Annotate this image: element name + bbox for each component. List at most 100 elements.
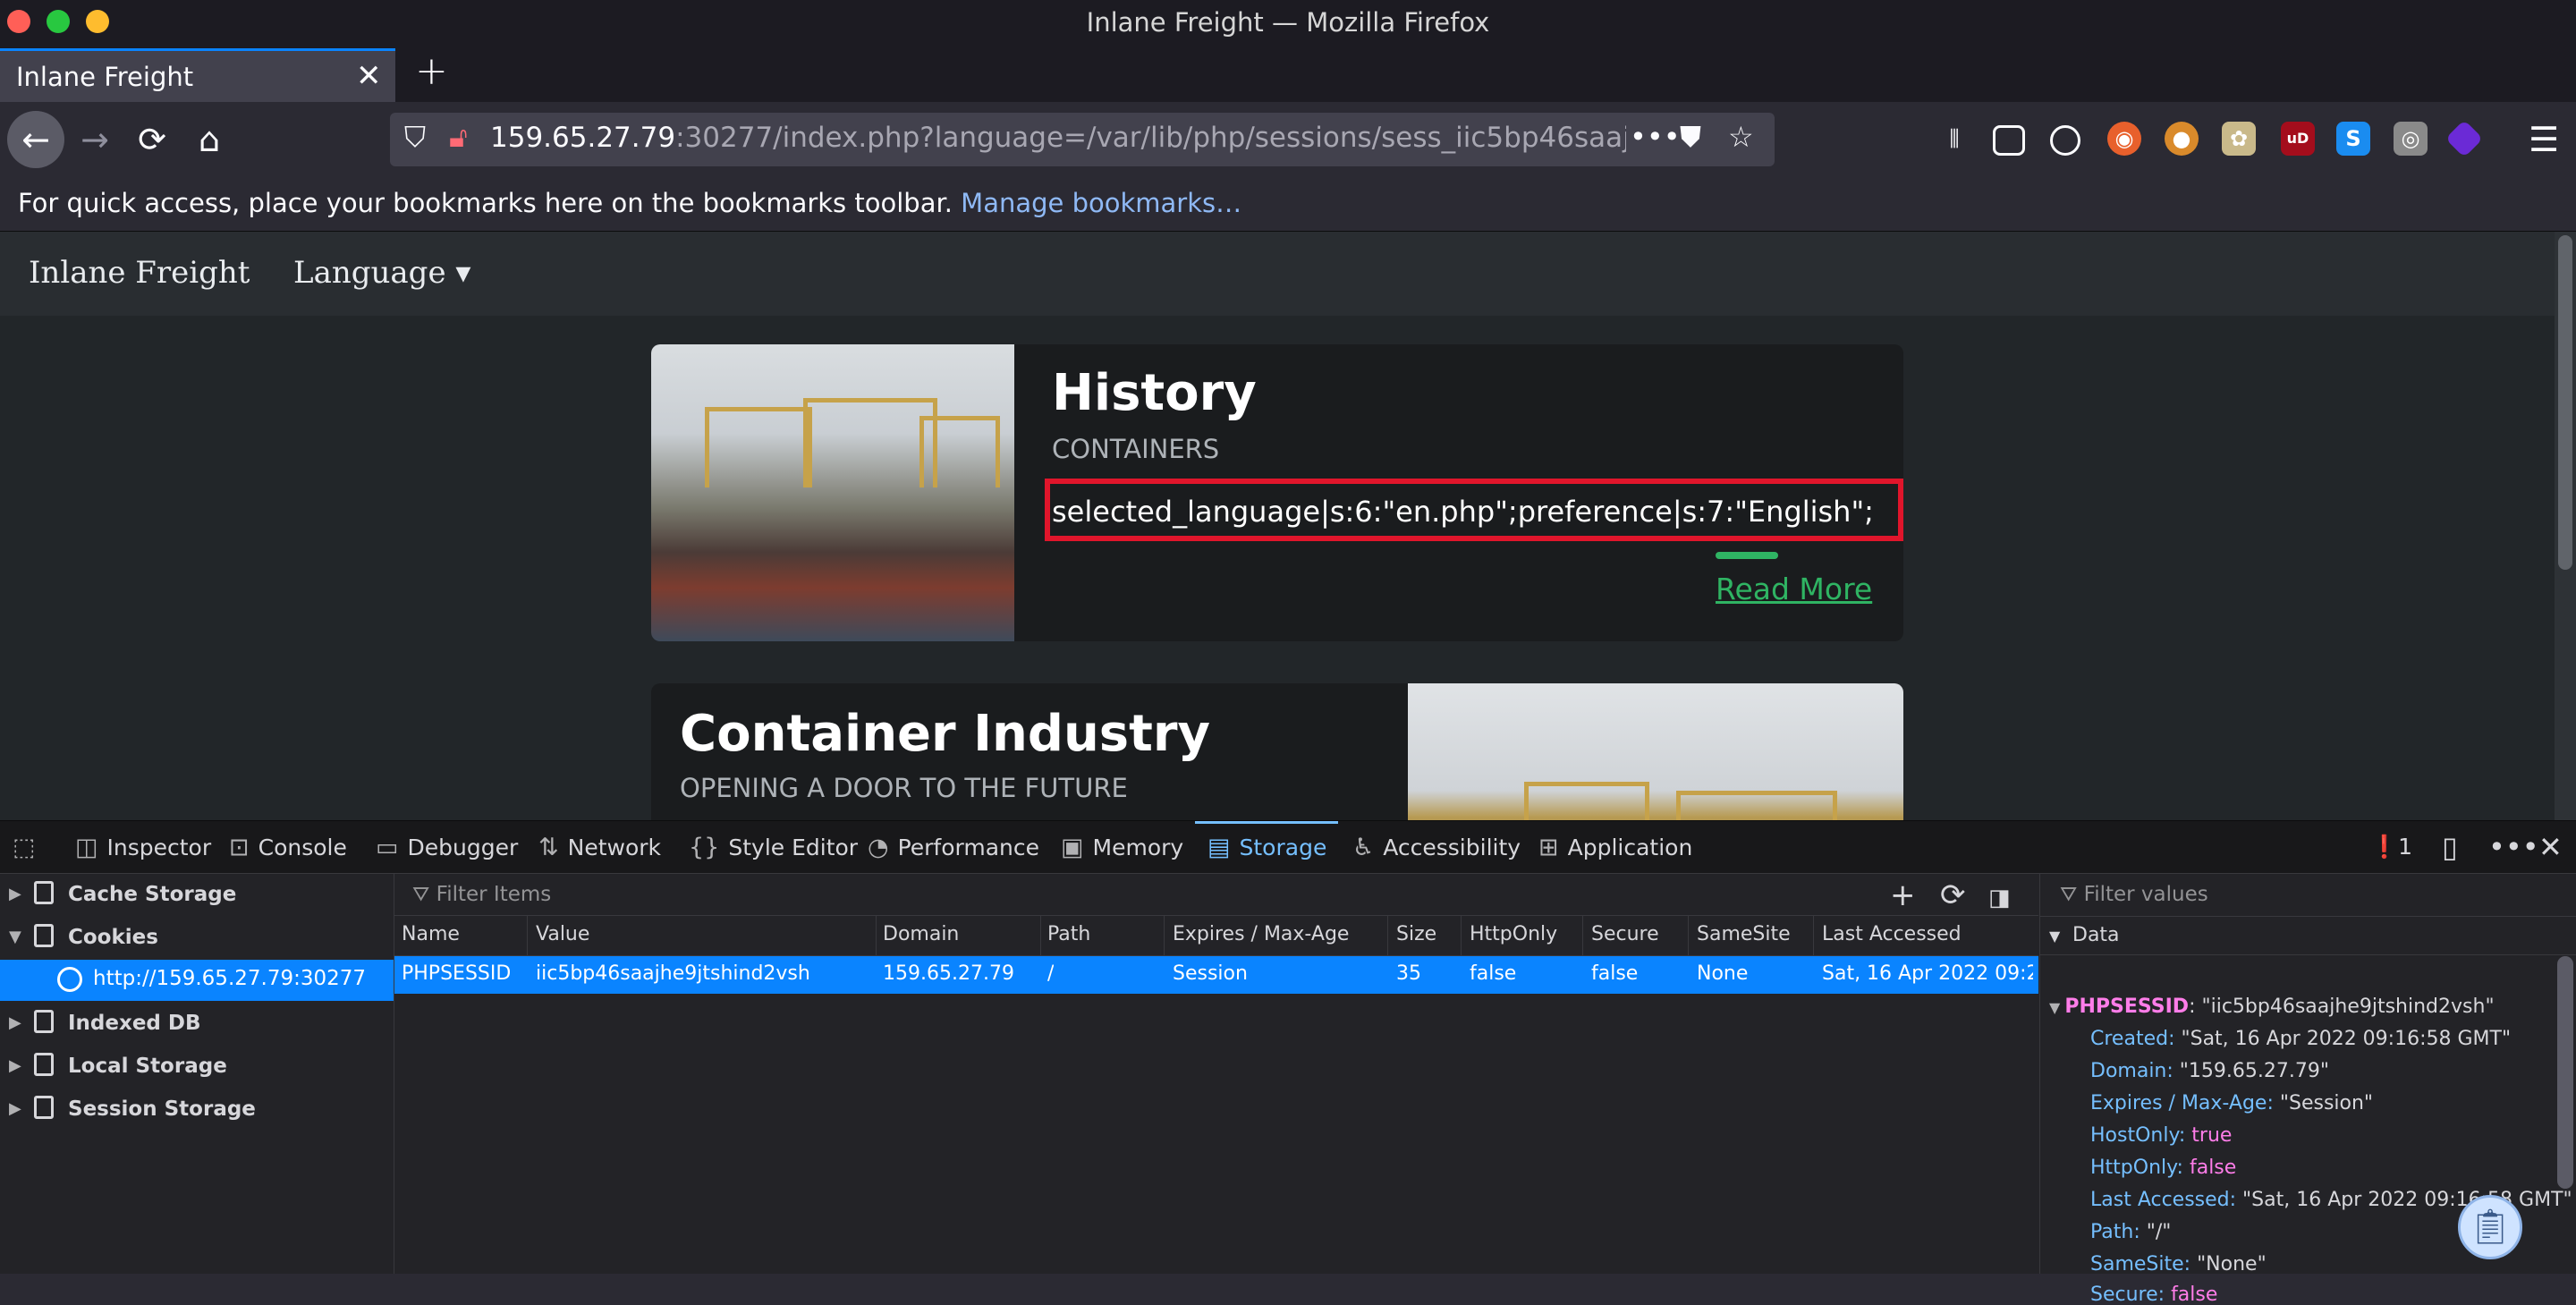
accessibility-icon: ♿︎ bbox=[1352, 834, 1375, 861]
database-icon bbox=[34, 1096, 54, 1119]
close-devtools-icon[interactable]: ✕ bbox=[2538, 830, 2563, 864]
new-tab-icon[interactable]: + bbox=[415, 48, 448, 94]
column-header[interactable]: HttpOnly bbox=[1470, 923, 1557, 945]
cell-httponly: false bbox=[1470, 962, 1517, 985]
column-header[interactable]: Domain bbox=[883, 923, 959, 945]
cell-size: 35 bbox=[1396, 962, 1421, 985]
read-more-link[interactable]: Read More bbox=[1716, 572, 1872, 606]
detail-scrollbar[interactable] bbox=[2557, 956, 2573, 1189]
card-subtitle: OPENING A DOOR TO THE FUTURE bbox=[680, 773, 1128, 803]
devtools-menu-icon[interactable]: ••• bbox=[2488, 830, 2539, 864]
manage-bookmarks-link[interactable]: Manage bookmarks… bbox=[961, 188, 1241, 218]
column-header[interactable]: Last Accessed bbox=[1822, 923, 1962, 945]
pocket-icon[interactable]: ⛊ bbox=[1680, 120, 1701, 155]
scrollbar-thumb[interactable] bbox=[2558, 235, 2572, 570]
filter-icon: ⛛ bbox=[2060, 883, 2084, 906]
site-brand[interactable]: Inlane Freight bbox=[29, 255, 250, 291]
add-item-icon[interactable]: + bbox=[1890, 877, 1916, 913]
tab-network[interactable]: ⇅ Network bbox=[538, 834, 661, 861]
detail-hostonly: HostOnly: true bbox=[2090, 1124, 2233, 1147]
collapse-arrow-icon: ▼ bbox=[2049, 928, 2061, 945]
tree-session-storage[interactable]: ▶ Session Storage bbox=[0, 1090, 394, 1131]
tab-style-editor[interactable]: {} Style Editor bbox=[689, 834, 858, 861]
data-section-header[interactable]: ▼ Data bbox=[2040, 916, 2576, 955]
insecure-lock-icon[interactable]: 🔓︎ bbox=[449, 120, 468, 155]
tab-debugger[interactable]: ▭ Debugger bbox=[376, 834, 518, 861]
column-header[interactable]: Path bbox=[1047, 923, 1090, 945]
column-header[interactable]: Size bbox=[1396, 923, 1436, 945]
page-scrollbar[interactable] bbox=[2555, 232, 2576, 820]
cookie-icon[interactable]: ● bbox=[2165, 122, 2199, 156]
extension-purple-icon[interactable] bbox=[2445, 119, 2484, 158]
crane-shape bbox=[803, 398, 937, 487]
ublock-icon[interactable]: uD bbox=[2281, 122, 2315, 156]
card-title: History bbox=[1052, 364, 1257, 422]
browser-tab[interactable]: Inlane Freight ✕ bbox=[0, 48, 395, 102]
column-header[interactable]: Secure bbox=[1591, 923, 1659, 945]
bookmarks-hint: For quick access, place your bookmarks h… bbox=[18, 188, 953, 218]
app-menu-icon[interactable]: ☰ bbox=[2515, 111, 2572, 168]
dock-side-icon[interactable]: ▯ bbox=[2442, 830, 2458, 864]
tree-cookie-host[interactable]: http://159.65.27.79:30277 bbox=[0, 960, 394, 1001]
debugger-icon: ▭ bbox=[376, 834, 399, 861]
extension-s-icon[interactable]: S bbox=[2336, 122, 2370, 156]
refresh-icon[interactable]: ⟳ bbox=[1940, 877, 1966, 913]
extension-1-icon[interactable]: ◉ bbox=[2107, 122, 2141, 156]
column-header[interactable]: Expires / Max-Age bbox=[1173, 923, 1349, 945]
element-picker-icon[interactable]: ⬚ bbox=[13, 834, 45, 861]
table-header: Name Value Domain Path Expires / Max-Age… bbox=[394, 916, 2038, 956]
library-icon[interactable]: ⫼ bbox=[1937, 122, 1971, 156]
filter-items-input[interactable]: ⛛ Filter Items bbox=[412, 883, 551, 906]
column-header[interactable]: Name bbox=[402, 923, 460, 945]
sidebar-icon[interactable] bbox=[1993, 125, 2025, 156]
tab-console[interactable]: ⊡ Console bbox=[229, 834, 347, 861]
detail-secure: Secure: false bbox=[2090, 1284, 2218, 1305]
column-header[interactable]: Value bbox=[536, 923, 589, 945]
error-icon: ❗ bbox=[2370, 834, 2399, 860]
forward-button[interactable]: → bbox=[66, 111, 123, 168]
tab-accessibility[interactable]: ♿︎ Accessibility bbox=[1352, 834, 1521, 861]
card-subtitle: CONTAINERS bbox=[1052, 434, 1220, 464]
toggle-sidebar-icon[interactable]: ◨ bbox=[1988, 885, 2011, 911]
home-button[interactable]: ⌂ bbox=[181, 111, 238, 168]
expand-arrow-icon: ▶ bbox=[9, 1013, 21, 1032]
filter-values-input[interactable]: ⛛ Filter values bbox=[2060, 883, 2208, 906]
port-image bbox=[1408, 683, 1903, 820]
account-icon[interactable] bbox=[2050, 125, 2080, 156]
tab-memory[interactable]: ▣ Memory bbox=[1061, 834, 1183, 861]
tab-application[interactable]: ⊞ Application bbox=[1538, 834, 1692, 861]
shield-icon[interactable]: ⛉ bbox=[404, 120, 426, 155]
collapse-arrow-icon: ▼ bbox=[2049, 999, 2065, 1016]
close-tab-icon[interactable]: ✕ bbox=[356, 58, 382, 94]
detail-root[interactable]: ▼ PHPSESSID: "iic5bp46saajhe9jtshind2vsh… bbox=[2049, 996, 2495, 1018]
cell-last-accessed: Sat, 16 Apr 2022 09:2… bbox=[1822, 962, 2033, 985]
tree-cookies[interactable]: ▼ Cookies bbox=[0, 919, 394, 960]
tab-performance[interactable]: ◔ Performance bbox=[868, 834, 1039, 861]
tree-indexed-db[interactable]: ▶ Indexed DB bbox=[0, 1004, 394, 1046]
tab-storage[interactable]: ▤ Storage bbox=[1208, 834, 1326, 861]
page-actions-icon[interactable]: ••• bbox=[1630, 120, 1681, 154]
clipboard-icon[interactable]: 📋︎ bbox=[2458, 1195, 2522, 1259]
error-count-badge[interactable]: ❗1 bbox=[2370, 834, 2412, 860]
devtools-toolbar: ⬚ ◫ Inspector ⊡ Console ▭ Debugger ⇅ Network… bbox=[0, 820, 2576, 874]
tab-title: Inlane Freight bbox=[16, 62, 194, 92]
language-dropdown[interactable]: Language ▾ bbox=[293, 255, 470, 291]
tab-inspector[interactable]: ◫ Inspector bbox=[75, 834, 211, 861]
cell-secure: false bbox=[1591, 962, 1639, 985]
tree-cache-storage[interactable]: ▶ Cache Storage bbox=[0, 876, 394, 917]
window-titlebar: Inlane Freight — Mozilla Firefox bbox=[0, 0, 2576, 48]
column-header[interactable]: SameSite bbox=[1697, 923, 1791, 945]
port-cranes-image bbox=[651, 344, 1014, 641]
tree-local-storage[interactable]: ▶ Local Storage bbox=[0, 1047, 394, 1089]
globe-icon bbox=[57, 967, 82, 992]
address-bar[interactable]: ⛉ 🔓︎ 159.65.27.79:30277/index.php?langua… bbox=[390, 113, 1775, 166]
reload-button[interactable]: ⟳ bbox=[123, 111, 181, 168]
back-button[interactable]: ← bbox=[7, 111, 64, 168]
extension-3-icon[interactable]: ✿ bbox=[2222, 122, 2256, 156]
extension-spy-icon[interactable]: ◎ bbox=[2394, 122, 2428, 156]
table-row[interactable]: PHPSESSID iic5bp46saajhe9jtshind2vsh 159… bbox=[394, 956, 2038, 994]
style-editor-icon: {} bbox=[689, 834, 720, 861]
bookmark-star-icon[interactable]: ☆ bbox=[1728, 120, 1754, 154]
url-text[interactable]: 159.65.27.79:30277/index.php?language=/v… bbox=[490, 122, 1626, 154]
collapse-arrow-icon: ▼ bbox=[9, 928, 21, 946]
